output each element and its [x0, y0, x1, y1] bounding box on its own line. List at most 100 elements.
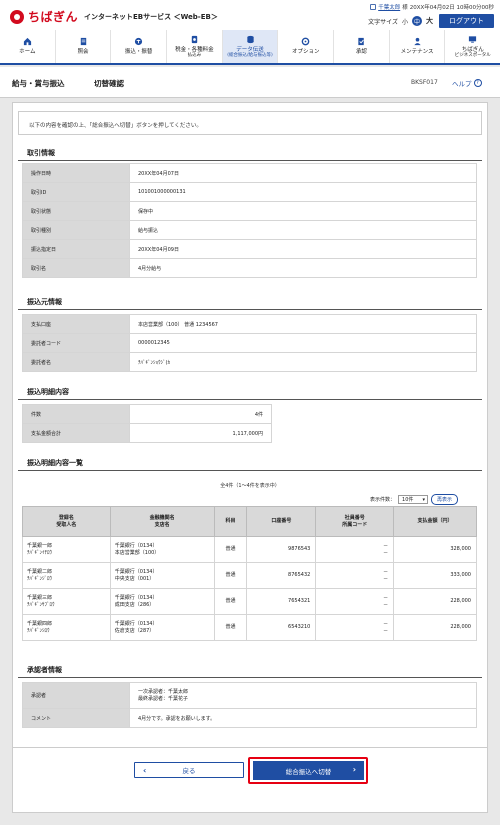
source-section-title: 振込元情報 [27, 298, 62, 306]
help-link[interactable]: ヘルプ ? [452, 78, 482, 88]
account-type: 普通 [213, 536, 248, 563]
section-divider [18, 677, 482, 678]
chevron-right-icon: › [352, 765, 356, 774]
receipt-icon [190, 35, 199, 44]
back-button-label: 戻る [182, 767, 196, 775]
column-header-line1: 支払金額（円） [417, 518, 453, 525]
account-type: 普通 [213, 588, 248, 615]
payee-cell: 千葉銀一郎 ﾁﾊﾞｷﾞﾝｲﾁﾛｳ [22, 536, 111, 563]
nav-business-portal-sub: ビジネスポータル [454, 53, 491, 59]
account-number: 8765432 [246, 562, 317, 589]
payee-kana: ﾁﾊﾞｷﾞﾝｲﾁﾛｳ [27, 549, 53, 556]
logout-button[interactable]: ログアウト [439, 14, 494, 28]
column-header-line1: 登録名 [58, 515, 74, 521]
redisplay-button[interactable]: 再表示 [431, 494, 459, 505]
source-table: 支払口座 本店営業部（100） 普通 1234567 委託者コード 00000123… [22, 314, 477, 372]
employee-cell: －－ [315, 562, 395, 589]
user-name-link[interactable]: 千葉太郎 [378, 3, 400, 11]
table-row: 操作日時 20XX年04月07日 [22, 163, 477, 183]
table-row: 振込指定日 20XX年04月09日 [22, 239, 477, 259]
table-row: コメント 4月分です。承認をお願いします。 [22, 708, 477, 728]
field-value: 4月分です。承認をお願いします。 [129, 708, 477, 728]
field-value: 20XX年04月07日 [129, 163, 477, 183]
nav-approval[interactable]: 承認 [334, 30, 390, 63]
nav-home[interactable]: ホーム [0, 30, 56, 63]
bank-logo-text: ちばぎん [28, 10, 79, 24]
payee-cell: 千葉銀四郎 ﾁﾊﾞｷﾞﾝｼﾛｳ [22, 614, 111, 641]
field-label: 操作日時 [22, 163, 130, 183]
monitor-icon [468, 35, 477, 44]
nav-inquiry-label: 照会 [77, 49, 89, 56]
account-number: 7654321 [246, 588, 317, 615]
field-label: 取引種別 [22, 220, 130, 240]
bank-name: 千葉銀行（0134） [114, 594, 158, 601]
user-info: 千葉太郎 様 20XX年04月02日 10時00分00秒 [370, 3, 494, 11]
branch-name: 中央支店（001） [114, 575, 155, 582]
field-value: 4件 [129, 404, 272, 424]
registered-name: 千葉銀二郎 [27, 568, 53, 575]
transfer-icon [134, 37, 143, 46]
department-code: － [383, 575, 389, 582]
section-divider [18, 470, 482, 471]
service-name: インターネットEBサービス ＜Web-EB＞ [84, 12, 218, 21]
column-header: 登録名 受取人名 [22, 506, 111, 537]
nav-data-transmission[interactable]: データ伝送 (総合振込/給与振込等) [222, 30, 279, 63]
instruction-box: 以下の内容を確認の上、「総合振込へ切替」ボタンを押してください。 [18, 111, 482, 135]
nav-tax-payment[interactable]: 税金・各種料金 払込み [167, 30, 223, 63]
nav-maintenance[interactable]: メンテナンス [390, 30, 446, 63]
table-row: 取引種別 給与振込 [22, 220, 477, 240]
approval-icon [357, 37, 366, 46]
section-divider [18, 160, 482, 161]
table-row: 取引名 4月分給与 [22, 258, 477, 278]
column-header: 支払金額（円） [393, 506, 477, 537]
detail-table: 件数 4件 支払金額合計 1,117,000円 [22, 404, 272, 443]
text-size-small-button[interactable]: 小 [402, 17, 408, 26]
nav-transfer-label: 振込・振替 [124, 49, 153, 56]
employee-cell: －－ [315, 614, 395, 641]
switch-to-general-transfer-button[interactable]: 総合振込へ切替 › [253, 761, 364, 780]
list-section-title: 振込明細内容一覧 [27, 459, 83, 467]
table-row: 千葉銀四郎 ﾁﾊﾞｷﾞﾝｼﾛｳ 千葉銀行（0134） 佐倉支店（287） 普通 65… [22, 614, 477, 641]
registered-name: 千葉銀一郎 [27, 542, 53, 549]
account-type: 普通 [213, 562, 248, 589]
field-label: コメント [22, 708, 130, 728]
column-header: 社員番号 所属コード [315, 506, 395, 537]
bank-name: 千葉銀行（0134） [114, 542, 158, 549]
column-header-line1: 金融機関名 [149, 515, 175, 521]
screen-id: BKSF017 [411, 79, 438, 86]
column-header-line1: 社員番号 [344, 515, 365, 521]
department-code: － [383, 627, 389, 634]
bank-cell: 千葉銀行（0134） 本店営業部（100） [109, 536, 215, 563]
nav-transfer[interactable]: 振込・振替 [111, 30, 168, 63]
nav-inquiry[interactable]: 照会 [56, 30, 112, 63]
option-icon [301, 37, 310, 46]
approver-table: 承認者 一次承認者：千葉太郎 最終承認者：千葉花子 コメント 4月分です。承認をお… [22, 682, 477, 728]
payee-kana: ﾁﾊﾞｷﾞﾝｻﾌﾞﾛｳ [27, 601, 55, 608]
main-nav: ホーム 照会 振込・振替 税金・各種料金 払込み データ伝送 (総合振込/給与振… [0, 30, 500, 65]
employee-number: － [383, 594, 389, 601]
table-row: 支払金額合計 1,117,000円 [22, 423, 272, 443]
table-row: 件数 4件 [22, 404, 272, 424]
back-button[interactable]: ‹ 戻る [134, 762, 244, 778]
field-label: 支払金額合計 [22, 423, 130, 443]
branch-name: 成田支店（286） [114, 601, 155, 608]
chevron-left-icon: ‹ [143, 766, 147, 775]
bank-cell: 千葉銀行（0134） 中央支店（001） [109, 562, 215, 589]
text-size-large-button[interactable]: 大 [426, 16, 433, 26]
payment-amount: 228,000 [393, 614, 477, 641]
per-page-select[interactable]: 10件 ▾ [398, 495, 429, 504]
nav-option[interactable]: オプション [278, 30, 335, 63]
text-size-medium-button[interactable]: 中 [412, 16, 422, 26]
nav-business-portal[interactable]: ちばぎん ビジネスポータル [445, 30, 500, 63]
field-label: 承認者 [22, 682, 130, 709]
field-value: 保存中 [129, 201, 477, 221]
column-header-line1: 科目 [225, 518, 236, 525]
page-title: 給与・賞与振込 [12, 79, 65, 88]
field-value: 本店営業部（100） 普通 1234567 [129, 314, 477, 334]
bank-cell: 千葉銀行（0134） 成田支店（286） [109, 588, 215, 615]
table-header-row: 登録名 受取人名 金融機関名 支店名 科目 口座番号 社員番号 所属コード 支払金額（… [22, 506, 477, 537]
home-icon [23, 37, 32, 46]
footer-divider [12, 747, 488, 748]
nav-data-transmission-sub: (総合振込/給与振込等) [227, 53, 273, 59]
table-row: 千葉銀三郎 ﾁﾊﾞｷﾞﾝｻﾌﾞﾛｳ 千葉銀行（0134） 成田支店（286） 普通 … [22, 588, 477, 615]
